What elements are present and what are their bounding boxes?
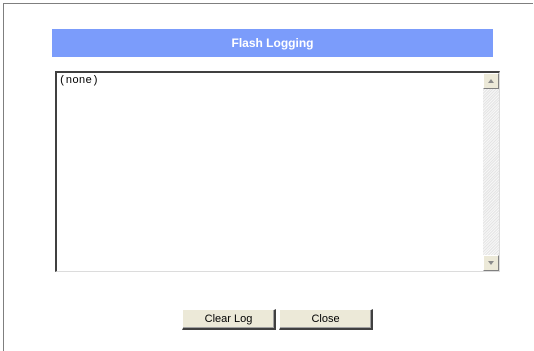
log-textarea[interactable]: (none) — [55, 71, 500, 272]
scroll-down-arrow-icon — [488, 261, 494, 265]
scroll-down-button[interactable] — [483, 255, 499, 271]
clear-log-button[interactable]: Clear Log — [182, 309, 276, 330]
scroll-up-button[interactable] — [483, 73, 499, 89]
log-content: (none) — [59, 75, 99, 87]
page-title: Flash Logging — [231, 36, 314, 50]
page-title-bar: Flash Logging — [52, 29, 493, 57]
log-scrollbar[interactable] — [483, 73, 499, 271]
close-button[interactable]: Close — [279, 309, 373, 330]
scroll-up-arrow-icon — [488, 79, 494, 83]
